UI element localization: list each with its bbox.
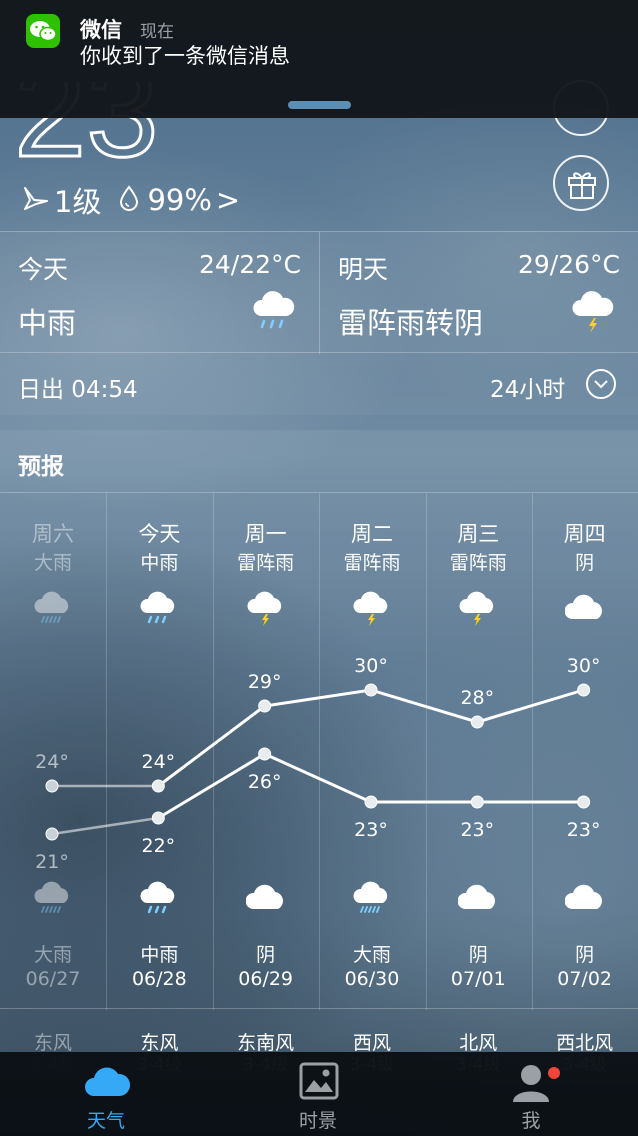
tomorrow-condition: 雷阵雨转阴 [338,306,484,340]
forecast-title: 预报 [18,454,64,480]
forecast-night-condition: 大雨 [33,944,72,966]
24-hour-toggle[interactable]: 24小时 [490,370,565,404]
wechat-icon [26,14,60,48]
humidity-icon [117,184,141,216]
forecast-night-condition: 大雨 [352,944,391,966]
forecast-weekday: 周三 [457,522,500,546]
tomorrow-range: 29/26°C [517,250,620,279]
rain-cloud-icon [139,591,179,633]
forecast-date: 06/29 [238,968,294,990]
forecast-day-condition: 中雨 [140,552,179,574]
gift-button[interactable] [553,155,609,211]
gift-icon [568,172,596,199]
today-label: 今天 [18,255,69,284]
today-card[interactable]: 今天 24/22°C 中雨 [0,232,319,354]
forecast-date: 07/01 [450,968,506,990]
forecast-date: 06/27 [25,968,81,990]
forecast-day-condition: 雷阵雨 [449,552,507,574]
today-condition: 中雨 [18,306,77,340]
wind-level: 1级 [54,185,102,219]
forecast-day-condition: 大雨 [33,552,72,574]
humidity-value: 99% [147,183,212,217]
tab-scenery-label: 时景 [298,1110,337,1132]
tab-me-label: 我 [521,1110,541,1132]
heavy-rain-icon [33,591,73,633]
today-range: 24/22°C [198,250,301,279]
photo-icon [299,1062,339,1104]
forecast-panel: 预报 周六大雨大雨06/27东风3-4级今天中雨中雨06/28东风3-4级周一雷… [0,430,638,1080]
forecast-weekday: 周二 [350,522,393,546]
forecast-weekday: 周六 [32,522,74,546]
forecast-night-condition: 阴 [575,944,595,966]
tab-weather-label: 天气 [86,1110,125,1132]
cloud-icon [564,881,605,923]
wind-icon [22,184,50,216]
forecast-day-column[interactable]: 周二雷阵雨大雨06/30西风3-4级 [319,518,425,1078]
rain-cloud-icon [139,881,179,923]
forecast-weekday: 周四 [563,522,606,546]
today-tomorrow-panel: 今天 24/22°C 中雨 明天 29/26°C 雷阵雨转阴 [0,231,638,354]
notification-banner[interactable]: 微信 现在 你收到了一条微信消息 [0,0,638,118]
forecast-night-condition: 阴 [256,944,276,966]
cloud-icon [457,881,498,923]
forecast-day-column[interactable]: 周四阴阴07/02西北风3-4级 [532,518,638,1078]
tab-me[interactable]: 我 [425,1052,637,1136]
heavy-rain-icon [352,881,392,923]
sunrise-bar[interactable]: 日出 04:54 24小时 [0,353,638,415]
thunder-cloud-icon [246,591,286,633]
thunder-cloud-icon [458,591,498,633]
chevron-down-icon[interactable] [586,369,616,399]
notification-message: 你收到了一条微信消息 [80,44,290,68]
tomorrow-label: 明天 [338,255,389,284]
forecast-header: 预报 [0,430,638,493]
chevron-right-icon: > [215,183,241,217]
cloud-icon [245,881,286,923]
forecast-date: 07/02 [557,968,613,990]
tomorrow-card[interactable]: 明天 29/26°C 雷阵雨转阴 [319,232,638,354]
tab-weather[interactable]: 天气 [0,1052,212,1136]
current-conditions[interactable]: 1级 99% > [22,180,240,220]
divider [0,1008,638,1009]
weather-cloud-icon [84,1062,131,1102]
forecast-day-column[interactable]: 周三雷阵雨阴07/01北风3-4级 [425,518,531,1078]
tab-bar: 天气 时景 我 [0,1052,638,1136]
forecast-weekday: 今天 [138,522,181,546]
forecast-day-column[interactable]: 周一雷阵雨阴06/29东南风3-4级 [213,518,319,1078]
user-icon [511,1062,551,1106]
forecast-night-condition: 阴 [468,944,488,966]
notification-badge [548,1067,560,1079]
forecast-night-condition: 中雨 [140,944,179,966]
tab-scenery[interactable]: 时景 [212,1052,424,1136]
sunrise-time: 日出 04:54 [18,377,138,403]
notification-time: 现在 [140,22,174,42]
rain-cloud-icon [251,290,297,336]
forecast-day-condition: 阴 [575,552,595,574]
forecast-day-condition: 雷阵雨 [343,552,401,574]
forecast-day-condition: 雷阵雨 [237,552,295,574]
drag-handle[interactable] [288,101,351,109]
forecast-weekday: 周一 [244,522,287,546]
cloud-icon [564,591,605,633]
forecast-date: 06/28 [131,968,187,990]
forecast-day-column[interactable]: 周六大雨大雨06/27东风3-4级 [0,518,106,1078]
thunder-cloud-icon [352,591,392,633]
forecast-date: 06/30 [344,968,400,990]
heavy-rain-icon [33,881,73,923]
thunder-cloud-icon [570,290,616,338]
forecast-day-column[interactable]: 今天中雨中雨06/28东风3-4级 [106,518,212,1078]
